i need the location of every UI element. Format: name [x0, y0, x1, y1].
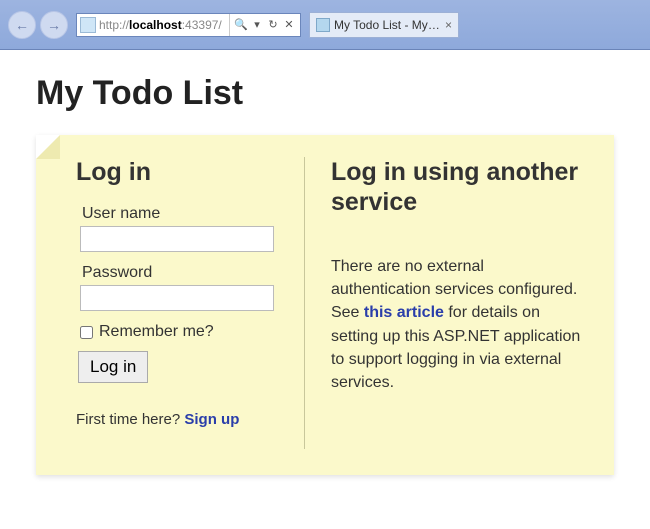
- dropdown-icon[interactable]: ▾: [250, 18, 264, 31]
- search-icon[interactable]: 🔍: [234, 18, 248, 31]
- close-icon[interactable]: ×: [445, 18, 452, 32]
- forward-button[interactable]: →: [40, 11, 68, 39]
- login-heading: Log in: [76, 157, 286, 187]
- signup-row: First time here? Sign up: [76, 411, 286, 428]
- local-login-section: Log in User name Password Remember me? L…: [62, 157, 304, 449]
- tab-title: My Todo List - My A...: [334, 18, 441, 32]
- login-card: Log in User name Password Remember me? L…: [36, 135, 614, 475]
- page-title: My Todo List: [36, 74, 614, 113]
- password-input[interactable]: [80, 285, 274, 311]
- password-label: Password: [82, 264, 286, 282]
- signup-link[interactable]: Sign up: [184, 411, 239, 428]
- stop-icon[interactable]: ✕: [282, 18, 296, 31]
- external-login-section: Log in using another service There are n…: [304, 157, 588, 449]
- remember-row: Remember me?: [80, 323, 286, 341]
- back-button[interactable]: ←: [8, 11, 36, 39]
- login-button[interactable]: Log in: [78, 351, 148, 383]
- page-body: My Todo List Log in User name Password R…: [0, 50, 650, 499]
- arrow-right-icon: →: [47, 17, 61, 33]
- external-heading: Log in using another service: [331, 157, 588, 217]
- browser-toolbar: ← → http://localhost:43397/ 🔍 ▾ ↻ ✕ My T…: [0, 0, 650, 50]
- username-input[interactable]: [80, 226, 274, 252]
- refresh-icon[interactable]: ↻: [266, 18, 280, 31]
- browser-tab[interactable]: My Todo List - My A... ×: [309, 12, 459, 38]
- url-scheme: http://: [99, 18, 129, 32]
- remember-label: Remember me?: [99, 323, 214, 341]
- arrow-left-icon: ←: [15, 17, 29, 33]
- password-field: Password: [76, 264, 286, 311]
- address-bar[interactable]: http://localhost:43397/ 🔍 ▾ ↻ ✕: [76, 13, 301, 37]
- signup-prompt: First time here?: [76, 411, 184, 428]
- favicon-icon: [316, 18, 330, 32]
- remember-checkbox[interactable]: [80, 326, 93, 339]
- url-host: localhost: [129, 18, 182, 32]
- url-port: :43397/: [182, 18, 222, 32]
- external-article-link[interactable]: this article: [364, 304, 444, 321]
- external-text: There are no external authentication ser…: [331, 255, 588, 394]
- address-bar-actions: 🔍 ▾ ↻ ✕: [229, 14, 300, 36]
- username-label: User name: [82, 205, 286, 223]
- username-field: User name: [76, 205, 286, 252]
- page-icon: [80, 17, 96, 33]
